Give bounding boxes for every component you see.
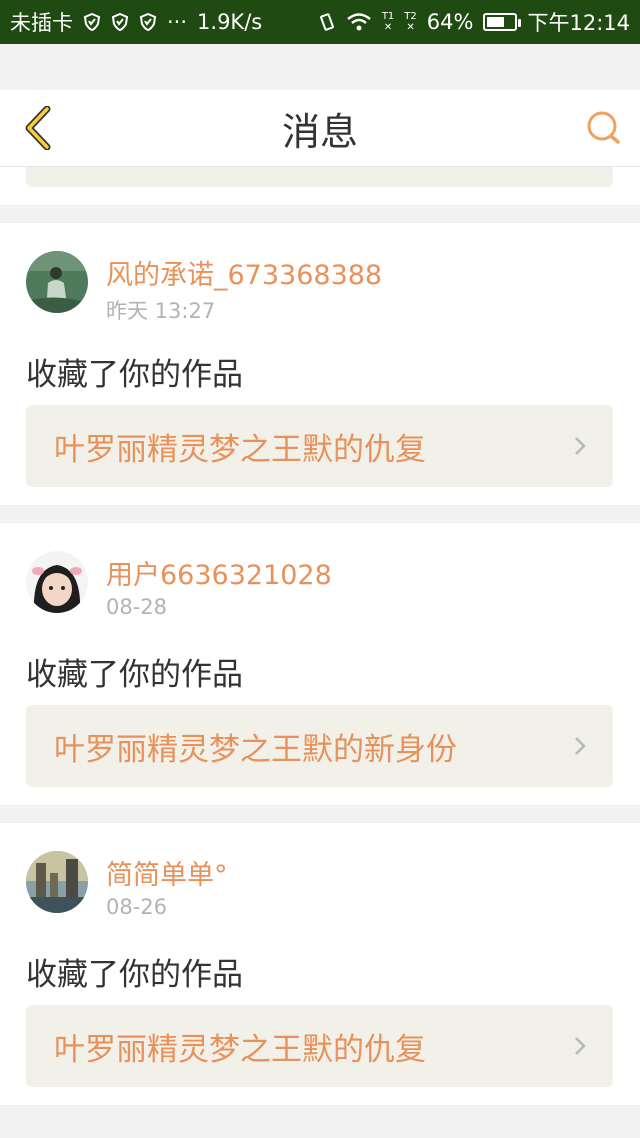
message-action-text: 收藏了你的作品 [26,957,243,993]
username[interactable]: 简简单单° [106,853,228,892]
chevron-right-icon [575,737,586,755]
avatar-image [26,251,88,313]
previous-card-remnant [0,167,640,205]
battery-fill [487,17,505,27]
message-time: 昨天 13:27 [106,299,216,323]
battery-percent: 64% [426,10,474,34]
clock: 下午12:14 [527,11,630,35]
status-bar: 未插卡 ··· 1.9K/s T1 ✕ T2 ✕ 64% 下午12:14 [0,0,640,44]
avatar[interactable] [26,251,88,313]
work-link[interactable]: 叶罗丽精灵梦之王默的新身份 [26,705,613,787]
avatar[interactable] [26,851,88,913]
no-signal-icon: ✕ [406,22,415,33]
wifi-icon [347,13,371,31]
username[interactable]: 风的承诺_673368388 [106,253,382,292]
no-signal-icon: ✕ [383,22,393,33]
carrier-text: 未插卡 [10,11,73,35]
sim1-indicator: T1 ✕ [381,11,395,33]
avatar-image [26,851,88,913]
message-action-text: 收藏了你的作品 [26,357,243,393]
message-time: 08-26 [106,895,168,919]
sim2-indicator: T2 ✕ [404,11,417,33]
shield-icon [83,13,101,31]
work-title: 叶罗丽精灵梦之王默的仇复 [54,431,426,468]
back-button[interactable] [14,102,62,154]
work-title: 叶罗丽精灵梦之王默的仇复 [54,1031,426,1068]
avatar-image [26,551,88,613]
chevron-right-icon [575,1037,586,1055]
message-action-text: 收藏了你的作品 [26,657,243,693]
shield-icon [139,13,157,31]
previous-work-box[interactable] [26,167,613,187]
battery-icon [483,13,522,31]
chevron-right-icon [575,437,586,455]
shield-icon [111,13,129,31]
status-bar-left: 未插卡 ··· 1.9K/s [10,7,262,37]
chevron-left-icon [25,106,51,150]
page-title: 消息 [281,109,358,154]
network-speed: 1.9K/s [197,10,263,34]
more-notifications-dots: ··· [167,10,188,34]
top-nav-bar: 消息 [0,90,640,167]
username[interactable]: 用户6636321028 [106,553,332,592]
avatar[interactable] [26,551,88,613]
message-card: 简简单单° 08-26 收藏了你的作品 叶罗丽精灵梦之王默的仇复 [0,823,640,1105]
message-card: 用户6636321028 08-28 收藏了你的作品 叶罗丽精灵梦之王默的新身份 [0,523,640,805]
message-card: 风的承诺_673368388 昨天 13:27 收藏了你的作品 叶罗丽精灵梦之王… [0,223,640,505]
search-icon [587,111,620,144]
status-bar-right: T1 ✕ T2 ✕ 64% 下午12:14 [318,7,630,37]
work-link[interactable]: 叶罗丽精灵梦之王默的仇复 [26,405,613,487]
message-time: 08-28 [106,595,168,619]
work-title: 叶罗丽精灵梦之王默的新身份 [54,731,457,768]
work-link[interactable]: 叶罗丽精灵梦之王默的仇复 [26,1005,613,1087]
search-button[interactable] [580,104,628,152]
vibrate-icon [319,13,334,31]
